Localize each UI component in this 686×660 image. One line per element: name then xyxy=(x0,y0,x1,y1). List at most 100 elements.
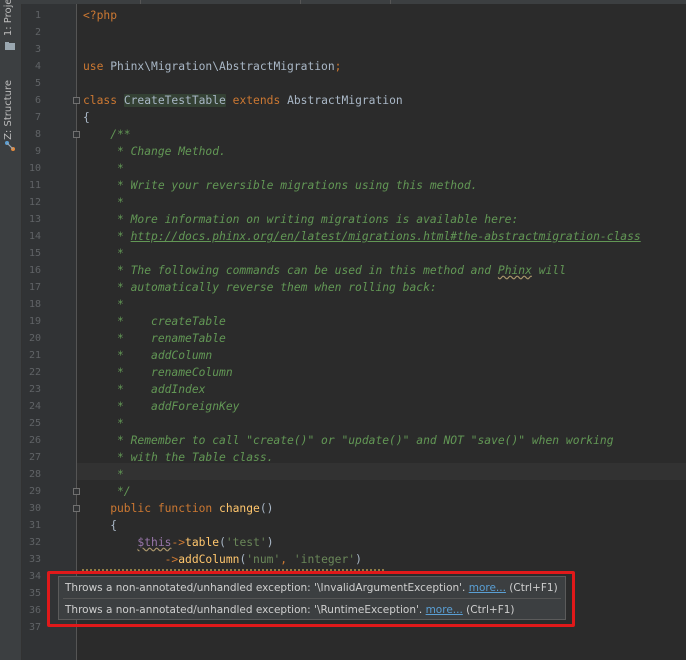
code-token: $this xyxy=(137,536,172,549)
line-number: 30 xyxy=(28,503,41,514)
code-line[interactable]: * addColumn xyxy=(83,347,212,364)
code-line[interactable]: * http://docs.phinx.org/en/latest/migrat… xyxy=(83,228,641,245)
code-line[interactable]: * automatically reverse them when rollin… xyxy=(83,279,437,296)
code-token: ( xyxy=(219,536,226,549)
line-number: 21 xyxy=(28,350,41,361)
line-number: 33 xyxy=(28,554,41,565)
code-token: * Change Method. xyxy=(83,145,226,158)
code-token: , xyxy=(280,553,294,566)
code-token: * automatically reverse them when rollin… xyxy=(83,281,437,294)
code-line[interactable]: * addIndex xyxy=(83,381,205,398)
code-line[interactable]: /** xyxy=(83,126,131,143)
code-token: * The following commands can be used in … xyxy=(83,264,498,277)
code-token: -> xyxy=(83,553,179,566)
code-line[interactable]: class CreateTestTable extends AbstractMi… xyxy=(83,92,403,109)
code-line[interactable]: * createTable xyxy=(83,313,226,330)
structure-tool-tab[interactable]: Z: Structure xyxy=(0,76,21,156)
code-token: * More information on writing migrations… xyxy=(83,213,519,226)
project-tool-tab-label: 1: Project xyxy=(3,0,14,36)
code-token: { xyxy=(83,111,90,124)
code-token: will xyxy=(531,264,566,277)
code-token: Phinx\Migration\AbstractMigration xyxy=(110,60,335,73)
line-number: 2 xyxy=(34,27,41,38)
code-token: extends xyxy=(225,94,288,107)
code-token: * Write your reversible migrations using… xyxy=(83,179,478,192)
code-token: { xyxy=(83,519,118,532)
line-number: 29 xyxy=(28,486,41,497)
code-token: 'integer' xyxy=(293,553,356,566)
code-token: * renameTable xyxy=(83,332,226,345)
code-token: * xyxy=(83,247,124,260)
line-number: 8 xyxy=(34,129,41,140)
code-token: * xyxy=(83,162,124,175)
code-line[interactable]: * xyxy=(83,296,124,313)
code-line[interactable]: * xyxy=(83,415,124,432)
code-line[interactable]: ->addColumn('num', 'integer') xyxy=(83,551,362,568)
code-editor[interactable]: <?php use Phinx\Migration\AbstractMigrati… xyxy=(77,4,686,660)
code-token: * createTable xyxy=(83,315,226,328)
code-line[interactable]: * xyxy=(83,245,124,262)
code-token: */ xyxy=(83,485,131,498)
code-line[interactable]: * More information on writing migrations… xyxy=(83,211,518,228)
line-number: 23 xyxy=(28,384,41,395)
code-token: ; xyxy=(334,60,342,73)
line-number: 26 xyxy=(28,435,41,446)
line-number: 6 xyxy=(34,95,41,106)
code-token: * addForeignKey xyxy=(83,400,240,413)
code-token: * with the Table class. xyxy=(83,451,274,464)
code-line[interactable]: * Remember to call "create()" or "update… xyxy=(83,432,614,449)
line-number: 5 xyxy=(34,78,41,89)
line-number: 31 xyxy=(28,520,41,531)
code-token: * Remember to call "create()" or "update… xyxy=(83,434,614,447)
annotation-highlight-box xyxy=(47,571,575,627)
line-number: 3 xyxy=(34,44,41,55)
code-token: table xyxy=(185,536,220,549)
line-number: 19 xyxy=(28,316,41,327)
line-number: 35 xyxy=(28,588,41,599)
code-line[interactable]: use Phinx\Migration\AbstractMigration; xyxy=(83,58,341,75)
line-number: 25 xyxy=(28,418,41,429)
code-line[interactable]: <?php xyxy=(83,7,117,24)
line-number: 10 xyxy=(28,163,41,174)
line-number-gutter[interactable]: 1 2 3 4 5 6 7 8 9 10 11 12 13 14 15 16 17 18 19 20 21 22 23 24 2… xyxy=(22,4,80,660)
project-tool-tab[interactable]: 1: Project xyxy=(0,0,21,50)
code-token: -> xyxy=(171,536,186,549)
line-number: 34 xyxy=(28,571,41,582)
code-line[interactable]: * The following commands can be used in … xyxy=(83,262,566,279)
code-line[interactable]: $this->table('test') xyxy=(83,534,274,551)
code-line[interactable]: * xyxy=(83,160,124,177)
code-line[interactable]: * renameColumn xyxy=(83,364,233,381)
code-token: ) xyxy=(266,536,274,549)
line-number: 1 xyxy=(34,10,41,21)
code-line[interactable]: * xyxy=(83,466,124,483)
code-token: () xyxy=(259,502,274,515)
line-number: 4 xyxy=(34,61,41,72)
code-token: public function xyxy=(83,502,220,515)
code-token: * xyxy=(83,417,124,430)
structure-tool-tab-label: Z: Structure xyxy=(3,80,14,140)
code-token: * addColumn xyxy=(83,349,213,362)
code-token: <?php xyxy=(83,9,118,22)
line-number: 22 xyxy=(28,367,41,378)
code-token: use xyxy=(83,60,111,73)
line-number: 20 xyxy=(28,333,41,344)
code-line[interactable]: * Change Method. xyxy=(83,143,226,160)
line-number: 15 xyxy=(28,248,41,259)
code-line[interactable]: * with the Table class. xyxy=(83,449,273,466)
code-line[interactable]: * addForeignKey xyxy=(83,398,239,415)
line-number: 12 xyxy=(28,197,41,208)
code-line[interactable]: */ xyxy=(83,483,131,500)
code-line[interactable]: * Write your reversible migrations using… xyxy=(83,177,477,194)
code-line[interactable]: * xyxy=(83,194,124,211)
line-number: 18 xyxy=(28,299,41,310)
code-line[interactable]: * renameTable xyxy=(83,330,226,347)
code-line[interactable]: { xyxy=(83,109,90,126)
structure-icon xyxy=(5,141,15,151)
code-token: 'test' xyxy=(225,536,267,549)
line-number: 14 xyxy=(28,231,41,242)
code-line[interactable]: { xyxy=(83,517,117,534)
code-token: /** xyxy=(83,128,131,141)
code-line[interactable]: public function change() xyxy=(83,500,273,517)
line-number: 16 xyxy=(28,265,41,276)
